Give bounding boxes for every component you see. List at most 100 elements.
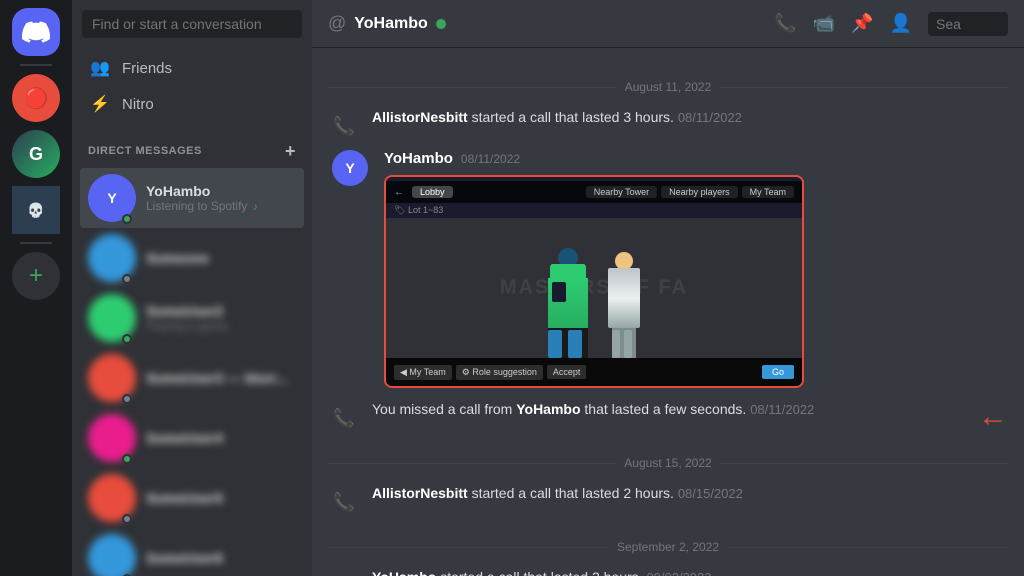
header-online-dot [436,19,446,29]
dm-item-yohambo[interactable]: Y YoHambo Listening to Spotify ♪ [80,168,304,228]
sidebar-nav: 👥 Friends ⚡ Nitro [72,46,312,126]
nitro-label: Nitro [122,96,154,113]
nearby-tower-tab: Nearby Tower [586,186,657,198]
search-input[interactable] [82,10,302,38]
msg3-date: 08/15/2022 [678,486,743,501]
lobby-tab: Lobby [412,186,453,198]
dm-item-info-7: SomeUser6 [146,550,296,566]
dm-channel-icon: @ [328,13,346,34]
red-arrow-indicator: ← [978,400,1008,434]
msg1-text: started a call that lasted 3 hours. [468,109,678,125]
friends-icon: 👥 [90,58,110,78]
msg2-username: YoHambo [516,401,580,417]
new-dm-button[interactable]: + [285,142,296,160]
sidebar: 👥 Friends ⚡ Nitro DIRECT MESSAGES + Y Yo… [72,0,312,576]
dm-header-label: DIRECT MESSAGES [88,145,202,157]
message-content-3: AllistorNesbitt started a call that last… [372,484,1008,504]
status-dot-online [122,214,132,224]
dm-username-2: Someone [146,250,296,266]
go-button: Go [762,365,794,379]
dm-item-7[interactable]: SomeUser6 [80,528,304,576]
add-server-button[interactable]: + [12,252,60,300]
avatar-7 [88,534,136,576]
dm-sub-3: Playing a game [146,319,296,333]
messages-area[interactable]: August 11, 2022 📞 AllistorNesbitt starte… [312,48,1024,576]
pin-button[interactable]: 📌 [851,13,873,34]
character-1 [548,248,588,358]
message-content-1: AllistorNesbitt started a call that last… [372,108,1008,128]
dm-username-7: SomeUser6 [146,550,296,566]
msg1-date: 08/11/2022 [678,110,742,125]
post-card: ← Lobby Nearby Tower Nearby players My T… [384,175,804,388]
sidebar-item-friends[interactable]: 👥 Friends [80,50,304,86]
dm-list: Y YoHambo Listening to Spotify ♪ Someone [72,164,312,576]
post-avatar: Y [332,150,368,186]
message-content-4: YoHambo started a call that lasted 2 hou… [372,568,1008,576]
dm-item-2[interactable]: Someone [80,228,304,288]
dm-username-4: SomeUser3 — blurr... [146,370,296,386]
chat-header: @ YoHambo 📞 📹 📌 👤 Sea [312,0,1024,48]
video-button[interactable]: 📹 [813,13,835,34]
dm-item-info-6: SomeUser5 [146,490,296,506]
icon-bar-divider-2 [20,242,52,244]
msg2-date: 08/11/2022 [750,402,814,417]
msg3-username: AllistorNesbitt [372,485,468,501]
msg4-date: 09/02/2022 [646,570,711,576]
server-icon-2[interactable]: G [12,130,60,178]
server-icon-3[interactable]: 💀 [12,186,60,234]
dm-item-info-2: Someone [146,250,296,266]
dm-username: YoHambo [146,183,296,199]
add-friend-button[interactable]: 👤 [890,13,912,34]
date-label-aug11: August 11, 2022 [625,80,712,94]
search-bar-container [72,0,312,46]
dm-item-4[interactable]: SomeUser3 — blurr... [80,348,304,408]
message-row-post: Y YoHambo 08/11/2022 ← Lobby Nearby Towe… [328,148,1008,394]
dm-item-3[interactable]: SomeUser2 Playing a game [80,288,304,348]
call-icon-4: 📞 [328,570,360,576]
dm-username-3: SomeUser2 [146,303,296,319]
discord-home-button[interactable] [12,8,60,56]
status-dot-6 [122,514,132,524]
date-label-sep2: September 2, 2022 [617,540,719,554]
msg2-prefix: You missed a call from [372,401,516,417]
post-card-wrapper: YoHambo 08/11/2022 ← Lobby Nearby Tower … [384,150,1008,392]
date-divider-aug11: August 11, 2022 [328,80,1008,94]
date-divider-sep2: September 2, 2022 [328,540,1008,554]
header-actions: 📞 📹 📌 👤 Sea [774,12,1008,36]
dm-item-info-3: SomeUser2 Playing a game [146,303,296,333]
msg1-username: AllistorNesbitt [372,109,468,125]
sidebar-item-nitro[interactable]: ⚡ Nitro [80,86,304,122]
dm-item-sub-yohambo: Listening to Spotify ♪ [146,199,296,213]
character-2 [608,252,640,358]
msg4-text: started a call that lasted 2 hours. [436,569,646,576]
status-dot-5 [122,454,132,464]
server-icon-1[interactable]: 🔴 [12,74,60,122]
status-dot-4 [122,394,132,404]
status-dot-3 [122,334,132,344]
dm-item-6[interactable]: SomeUser5 [80,468,304,528]
msg4-username: YoHambo [372,569,436,576]
message-row-4: 📞 YoHambo started a call that lasted 2 h… [328,566,1008,576]
dm-username-6: SomeUser5 [146,490,296,506]
post-username: YoHambo [384,150,453,167]
nearby-players-tab: Nearby players [661,186,738,198]
game-ui-bottom-bar: ◀ My Team ⚙ Role suggestion Accept Go [386,358,802,386]
friends-label: Friends [122,60,172,77]
header-search-input[interactable]: Sea [928,12,1008,36]
call-icon-3: 📞 [328,486,360,518]
call-button[interactable]: 📞 [774,13,796,34]
dm-item-5[interactable]: SomeUser4 [80,408,304,468]
spotify-icon: ♪ [253,202,258,213]
msg3-text: started a call that lasted 2 hours. [468,485,678,501]
date-divider-aug15: August 15, 2022 [328,456,1008,470]
dm-item-info-4: SomeUser3 — blurr... [146,370,296,386]
main-chat: @ YoHambo 📞 📹 📌 👤 Sea August 11, 2022 📞 [312,0,1024,576]
message-row-1: 📞 AllistorNesbitt started a call that la… [328,106,1008,144]
dm-username-5: SomeUser4 [146,430,296,446]
message-content-missed: You missed a call from YoHambo that last… [372,400,946,420]
date-label-aug15: August 15, 2022 [624,456,711,470]
message-row-3: 📞 AllistorNesbitt started a call that la… [328,482,1008,520]
post-date: 08/11/2022 [461,152,520,166]
missed-call-icon: 📞 [328,402,360,434]
game-watermark: MASTERS OF FA [500,277,688,300]
